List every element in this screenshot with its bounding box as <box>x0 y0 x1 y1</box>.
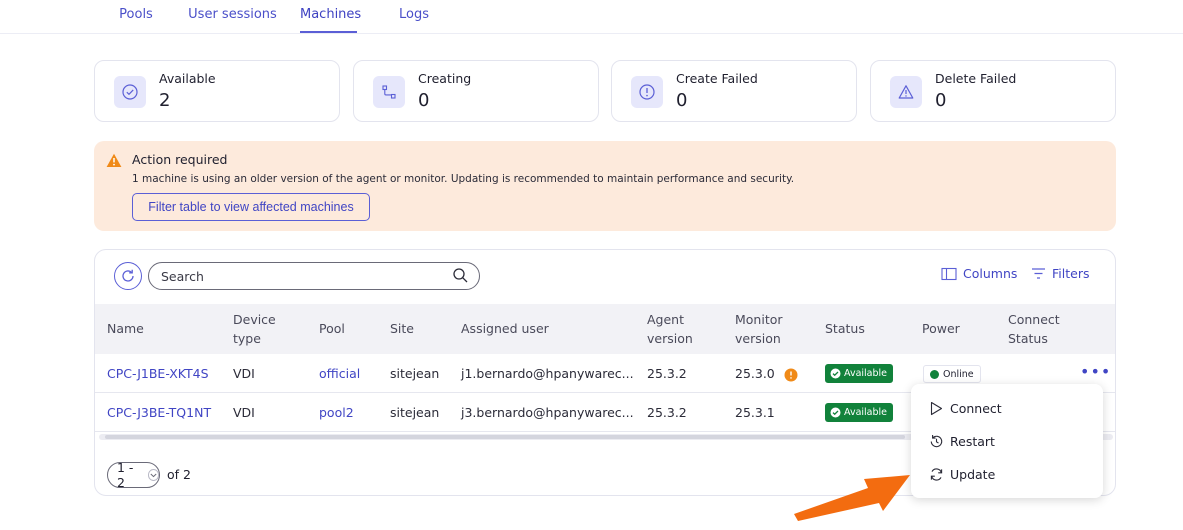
filters-button[interactable]: Filters <box>1031 266 1089 281</box>
header-line: Monitor <box>735 312 783 327</box>
agent-version-cell: 25.3.2 <box>647 366 687 381</box>
check-circle-icon <box>114 76 146 108</box>
columns-icon <box>941 267 957 280</box>
stat-value: 2 <box>159 90 171 111</box>
action-required-alert: Action required 1 machine is using an ol… <box>94 141 1116 231</box>
status-label: Available <box>844 407 888 418</box>
column-header-connect-status[interactable]: Connect Status <box>1008 310 1060 348</box>
assigned-user-cell: j3.bernardo@hpanywarec... <box>461 405 634 420</box>
alert-circle-icon <box>631 76 663 108</box>
column-header-pool[interactable]: Pool <box>319 319 345 338</box>
filter-icon <box>1032 268 1045 279</box>
stat-label: Delete Failed <box>935 71 1017 86</box>
menu-item-update[interactable]: Update <box>929 462 995 486</box>
monitor-version-cell: 25.3.1 <box>735 405 775 420</box>
monitor-version-cell: 25.3.0 <box>735 366 775 381</box>
table-header: Name Device type Pool Site Assigned user… <box>95 304 1115 354</box>
filter-affected-machines-button[interactable]: Filter table to view affected machines <box>132 193 370 221</box>
stat-value: 0 <box>935 90 947 111</box>
menu-item-label: Connect <box>950 400 1002 416</box>
stat-label: Creating <box>418 71 472 86</box>
stat-label: Available <box>159 71 216 86</box>
page-range: 1 - 2 <box>117 460 134 490</box>
alert-title: Action required <box>132 152 228 167</box>
play-icon <box>930 401 943 415</box>
device-type-cell: VDI <box>233 366 255 381</box>
search-placeholder: Search <box>161 269 204 284</box>
search-icon <box>452 267 469 288</box>
column-header-power[interactable]: Power <box>922 319 960 338</box>
alert-message: 1 machine is using an older version of t… <box>132 173 795 185</box>
outdated-warning-icon[interactable] <box>784 367 798 386</box>
column-header-status[interactable]: Status <box>825 319 865 338</box>
pool-link[interactable]: official <box>319 366 360 381</box>
stat-value: 0 <box>418 90 430 111</box>
machine-name-link[interactable]: CPC-J3BE-TQ1NT <box>107 405 211 420</box>
tab-pools[interactable]: Pools <box>113 0 159 34</box>
header-line: Agent <box>647 312 684 327</box>
stat-card-creating: Creating 0 <box>353 60 599 122</box>
row-actions-more-icon[interactable]: ••• <box>1080 362 1111 381</box>
stat-label: Create Failed <box>676 71 758 86</box>
column-header-monitor-version[interactable]: Monitor version <box>735 310 783 348</box>
tab-user-sessions[interactable]: User sessions <box>186 0 279 34</box>
columns-label: Columns <box>963 266 1018 281</box>
header-line: Status <box>1008 331 1048 346</box>
power-badge: Online <box>923 365 981 383</box>
status-label: Available <box>844 368 888 379</box>
warning-triangle-icon <box>890 76 922 108</box>
agent-version-cell: 25.3.2 <box>647 405 687 420</box>
header-line: type <box>233 331 261 346</box>
assigned-user-cell: j1.bernardo@hpanywarec... <box>461 366 634 381</box>
row-actions-menu: Connect Restart Update <box>911 384 1103 498</box>
pool-link[interactable]: pool2 <box>319 405 354 420</box>
column-header-agent-version[interactable]: Agent version <box>647 310 693 348</box>
refresh-button[interactable] <box>114 262 142 290</box>
stat-value: 0 <box>676 90 688 111</box>
header-line: version <box>647 331 693 346</box>
check-icon <box>830 368 841 379</box>
column-header-name[interactable]: Name <box>107 319 144 338</box>
search-input[interactable]: Search <box>148 262 480 290</box>
tab-logs[interactable]: Logs <box>395 0 433 34</box>
menu-item-restart[interactable]: Restart <box>929 429 995 453</box>
menu-item-connect[interactable]: Connect <box>929 396 1002 420</box>
tab-machines[interactable]: Machines <box>300 0 361 34</box>
header-line: version <box>735 331 781 346</box>
online-dot-icon <box>930 369 939 379</box>
status-badge: Available <box>825 364 894 383</box>
check-icon <box>830 407 841 418</box>
stat-card-delete-failed: Delete Failed 0 <box>870 60 1116 122</box>
column-header-device-type[interactable]: Device type <box>233 310 276 348</box>
machine-name-link[interactable]: CPC-J1BE-XKT4S <box>107 366 209 381</box>
site-cell: sitejean <box>390 405 440 420</box>
chevron-down-icon <box>147 469 159 481</box>
menu-item-label: Update <box>950 466 996 482</box>
page-size-select[interactable]: 1 - 2 <box>107 460 160 490</box>
menu-item-label: Restart <box>950 433 995 449</box>
sync-icon <box>930 467 943 481</box>
refresh-icon <box>122 269 134 282</box>
stat-card-create-failed: Create Failed 0 <box>611 60 857 122</box>
workflow-icon <box>373 76 405 108</box>
power-label: Online <box>943 368 974 380</box>
header-line: Device <box>233 312 276 327</box>
column-header-assigned-user[interactable]: Assigned user <box>461 319 549 338</box>
annotation-arrow-icon <box>794 475 910 521</box>
restart-icon <box>930 434 943 447</box>
tab-bar: Pools User sessions Machines Logs <box>0 0 1183 34</box>
header-line: Connect <box>1008 312 1060 327</box>
warning-icon <box>106 153 122 172</box>
stat-card-available: Available 2 <box>94 60 340 122</box>
filters-label: Filters <box>1052 266 1090 281</box>
column-header-site[interactable]: Site <box>390 319 414 338</box>
page-total: of 2 <box>167 467 191 482</box>
columns-button[interactable]: Columns <box>941 266 1017 281</box>
scrollbar-thumb[interactable] <box>105 435 905 439</box>
status-badge: Available <box>825 403 894 422</box>
device-type-cell: VDI <box>233 405 255 420</box>
site-cell: sitejean <box>390 366 440 381</box>
